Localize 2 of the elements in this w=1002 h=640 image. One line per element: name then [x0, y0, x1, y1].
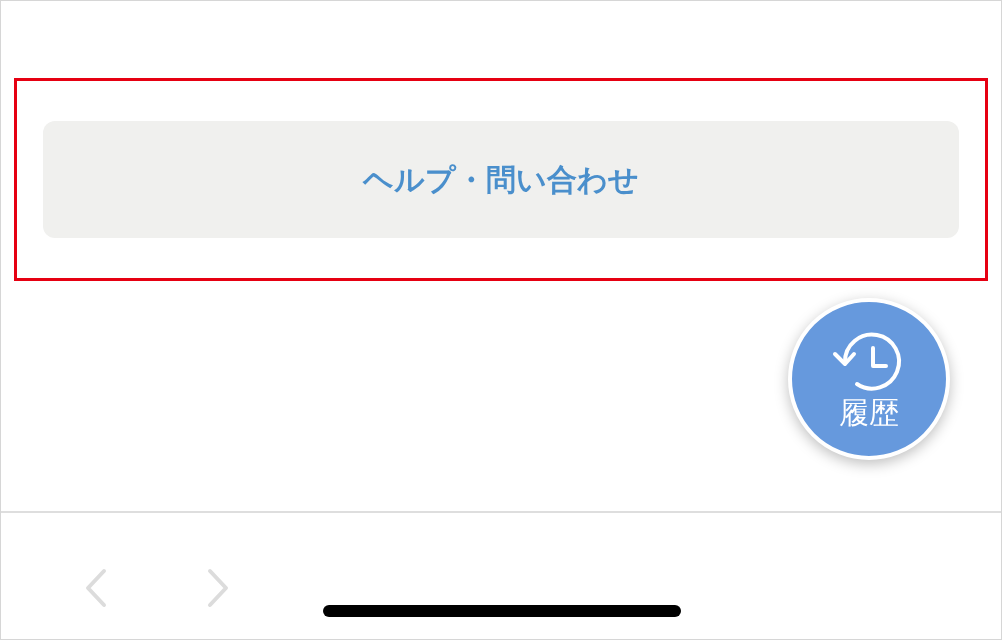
- help-button[interactable]: ヘルプ・問い合わせ: [43, 121, 959, 238]
- history-label: 履歴: [839, 398, 899, 428]
